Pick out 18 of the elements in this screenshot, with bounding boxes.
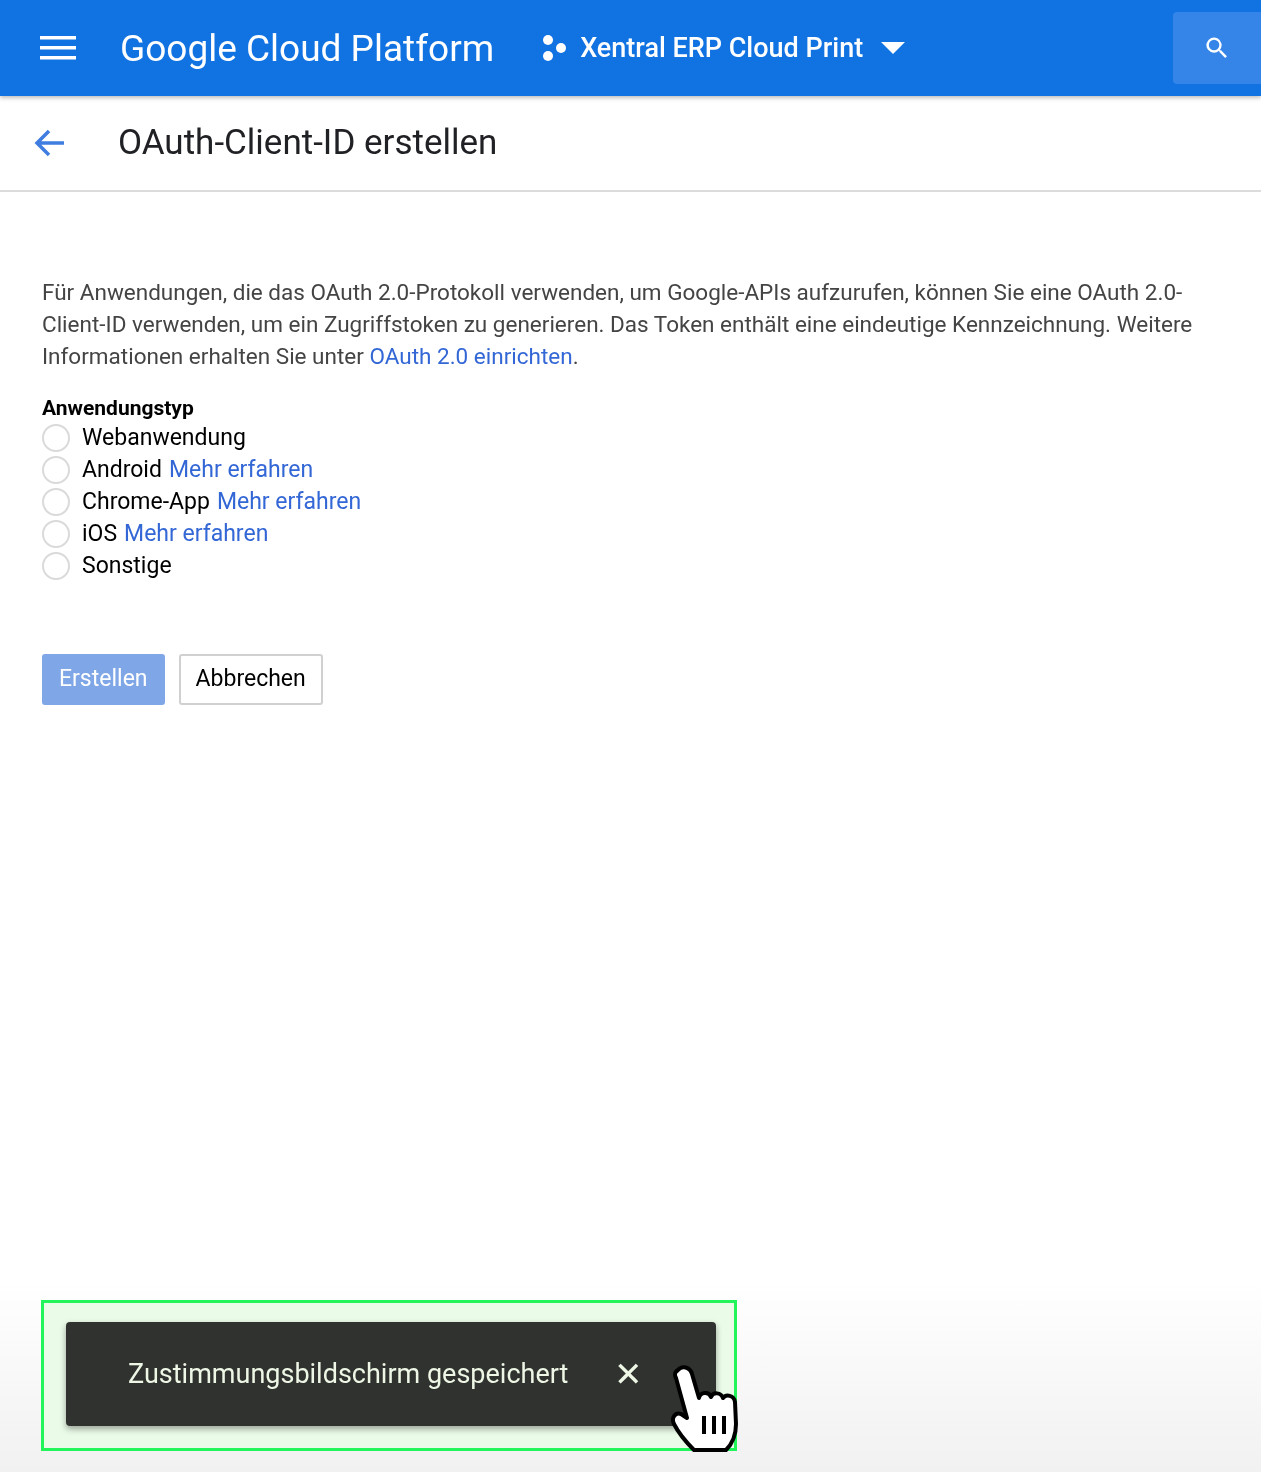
search-button[interactable] [1173, 12, 1261, 84]
cancel-button[interactable]: Abbrechen [178, 654, 323, 705]
brand-title[interactable]: Google Cloud Platform [120, 29, 495, 67]
radio-button[interactable] [42, 488, 70, 516]
menu-icon[interactable] [40, 35, 76, 61]
radio-button[interactable] [42, 552, 70, 580]
radio-button[interactable] [42, 456, 70, 484]
snackbar-message: Zustimmungsbildschirm gespeichert [128, 1356, 569, 1392]
close-button[interactable]: ✕ [614, 1357, 643, 1391]
radio-button[interactable] [42, 424, 70, 452]
radio-button[interactable] [42, 520, 70, 548]
description-text: Für Anwendungen, die das OAuth 2.0-Protokoll verwenden, um Google-APIs aufzurufen, können Sie eine OAuth 2.0-Client-ID verwenden, um ein Zugriffstoken zu generieren. Das Token enthält eine eindeutige Kennzeichnung. Weitere Informationen erhalten Sie unter OAuth 2.0 einrichten. [42, 278, 1194, 371]
page-title: OAuth-Client-ID erstellen [118, 120, 498, 165]
setup-link[interactable]: OAuth 2.0 einrichten [369, 343, 573, 369]
dropdown-caret-icon[interactable] [881, 42, 906, 54]
section-label: Anwendungstyp [42, 395, 195, 422]
back-arrow-icon[interactable] [34, 129, 66, 157]
project-selector[interactable]: Xentral ERP Cloud Print [580, 27, 864, 69]
